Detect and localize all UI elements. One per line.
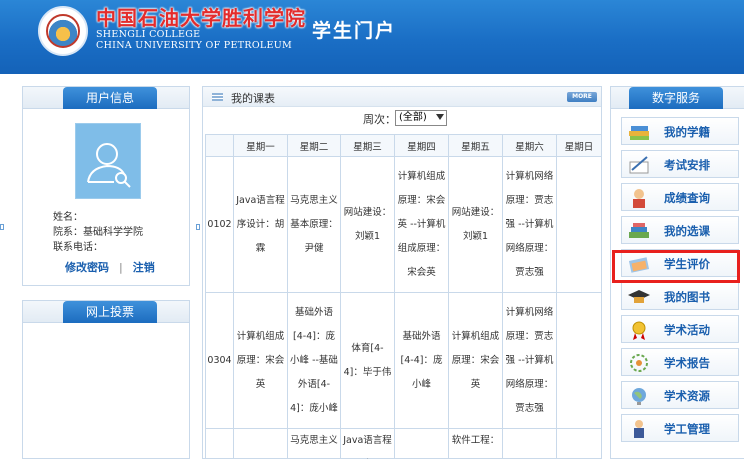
highlight-annotation [612, 250, 740, 283]
schedule-panel: 我的课表 MORE 周次： (全部) 星期一 星期二 星期三 星期四 星期五 星… [202, 86, 602, 459]
medal-icon [632, 321, 646, 340]
service-item-my-courses[interactable]: 我的选课 [621, 216, 739, 244]
service-label: 学工管理 [664, 422, 710, 436]
week-select[interactable]: (全部) [395, 110, 447, 126]
course-cell: 网站建设：刘颖1 [448, 156, 503, 293]
service-label: 学术资源 [664, 389, 710, 403]
service-item-student-affairs[interactable]: 学工管理 [621, 414, 739, 442]
service-item-academic-activities[interactable]: 学术活动 [621, 315, 739, 343]
course-cell [394, 428, 449, 459]
course-cell: 网站建设：刘颖1 [340, 156, 395, 293]
course-cell: Java语言程序设计：胡霖 [233, 156, 288, 293]
period-cell: 0102 [205, 156, 234, 293]
course-cell [233, 428, 288, 459]
table-row: 0102 Java语言程序设计：胡霖 马克思主义基本原理：尹健 网站建设：刘颖1… [205, 156, 602, 293]
school-name-en-line2: CHINA UNIVERSITY OF PETROLEUM [96, 40, 293, 51]
column-header: 星期三 [340, 134, 395, 157]
column-header: 星期五 [448, 134, 503, 157]
service-label: 我的学籍 [664, 125, 710, 139]
name-label: 姓名： [53, 212, 83, 223]
department-label: 院系： [53, 227, 83, 238]
gear-flower-icon [630, 354, 648, 372]
user-silhouette-icon [87, 143, 131, 188]
chevron-down-icon [436, 114, 444, 120]
user-info-title: 用户信息 [63, 87, 157, 109]
course-cell [556, 428, 602, 459]
service-item-exam-schedule[interactable]: 考试安排 [621, 150, 739, 178]
portal-title: 学生门户 [312, 20, 397, 42]
teacher-icon [634, 420, 644, 438]
course-cell: 软件工程： [448, 428, 503, 459]
change-password-link[interactable]: 修改密码 [65, 261, 109, 274]
course-cell: 计算机网络原理：贾志强 --计算机网络原理：贾志强 [502, 292, 557, 429]
service-label: 学术报告 [664, 356, 710, 370]
service-label: 成绩查询 [664, 191, 710, 205]
books-icon [629, 126, 649, 140]
period-cell: 0304 [205, 292, 234, 429]
table-row: 马克思主义 Java语言程序 软件工程： [205, 428, 602, 459]
course-cell: 计算机组成原理：宋会英 [448, 292, 503, 429]
service-item-grade-query[interactable]: 成绩查询 [621, 183, 739, 211]
pen-paper-icon [629, 156, 649, 174]
column-header [205, 134, 234, 157]
course-cell: 计算机组成原理：宋会英 --计算机组成原理：宋会英 [394, 156, 449, 293]
schedule-title: 我的课表 [231, 92, 275, 105]
course-cell: 马克思主义基本原理：尹健 [287, 156, 341, 293]
schedule-header-row: 星期一 星期二 星期三 星期四 星期五 星期六 星期日 [205, 134, 602, 157]
course-cell: Java语言程序 [340, 428, 395, 459]
online-vote-panel: 网上投票 [22, 300, 190, 459]
phone-row: 联系电话： [53, 238, 103, 253]
course-cell: 体育[4-4]：毕于伟 [340, 292, 395, 429]
course-cell [502, 428, 557, 459]
school-name-cn: 中国石油大学胜利学院 [96, 6, 306, 30]
name-row: 姓名： [53, 208, 83, 223]
department-value: 基础科学学院 [83, 227, 143, 238]
logout-link[interactable]: 注销 [133, 261, 155, 274]
list-icon [212, 93, 223, 101]
graduation-cap-icon [628, 290, 650, 303]
online-vote-title: 网上投票 [63, 301, 157, 323]
column-header: 星期一 [233, 134, 288, 157]
table-row: 0304 计算机组成原理：宋会英 基础外语[4-4]：庞小峰 --基础外语[4-… [205, 292, 602, 429]
week-select-value: (全部) [399, 112, 427, 123]
center-edge-marker [196, 224, 200, 230]
service-item-academic-reports[interactable]: 学术报告 [621, 348, 739, 376]
column-header: 星期二 [287, 134, 341, 157]
course-cell: 基础外语[4-4]：庞小峰 [394, 292, 449, 429]
course-cell: 基础外语[4-4]：庞小峰 --基础外语[4-4]：庞小峰 [287, 292, 341, 429]
school-name-en-line1: SHENGLI COLLEGE [96, 29, 201, 40]
department-row: 院系：基础科学学院 [53, 223, 143, 238]
period-cell [205, 428, 234, 459]
course-cell [556, 292, 602, 429]
user-actions: 修改密码 | 注销 [65, 259, 155, 275]
service-label: 考试安排 [664, 158, 710, 172]
avatar[interactable] [75, 123, 141, 199]
digital-services-title: 数字服务 [629, 87, 723, 109]
course-cell [556, 156, 602, 293]
column-header: 星期六 [502, 134, 557, 157]
service-item-student-status[interactable]: 我的学籍 [621, 117, 739, 145]
left-edge-marker [0, 224, 4, 230]
service-label: 学术活动 [664, 323, 710, 337]
column-header: 星期四 [394, 134, 449, 157]
course-cell: 计算机网络原理：贾志强 --计算机网络原理：贾志强 [502, 156, 557, 293]
week-label: 周次： [363, 113, 396, 126]
book-stack-icon [629, 223, 649, 238]
phone-label: 联系电话： [53, 242, 103, 253]
course-cell: 马克思主义 [287, 428, 341, 459]
service-item-my-books[interactable]: 我的图书 [621, 282, 739, 310]
service-label: 我的图书 [664, 290, 710, 304]
school-logo [38, 6, 88, 56]
service-label: 我的选课 [664, 224, 710, 238]
service-item-academic-resources[interactable]: 学术资源 [621, 381, 739, 409]
globe-icon [632, 388, 646, 405]
more-button[interactable]: MORE [567, 92, 597, 102]
column-header: 星期日 [556, 134, 602, 157]
course-cell: 计算机组成原理：宋会英 [233, 292, 288, 429]
site-header: 中国石油大学胜利学院 SHENGLI COLLEGE CHINA UNIVERS… [0, 0, 744, 74]
schedule-table: 星期一 星期二 星期三 星期四 星期五 星期六 星期日 0102 Java语言程… [205, 134, 602, 459]
user-info-panel: 用户信息 姓名： 院系：基础科学学院 联系电话： 修改密码 | 注销 [22, 86, 190, 286]
link-separator: | [119, 261, 123, 274]
student-icon [633, 189, 645, 208]
